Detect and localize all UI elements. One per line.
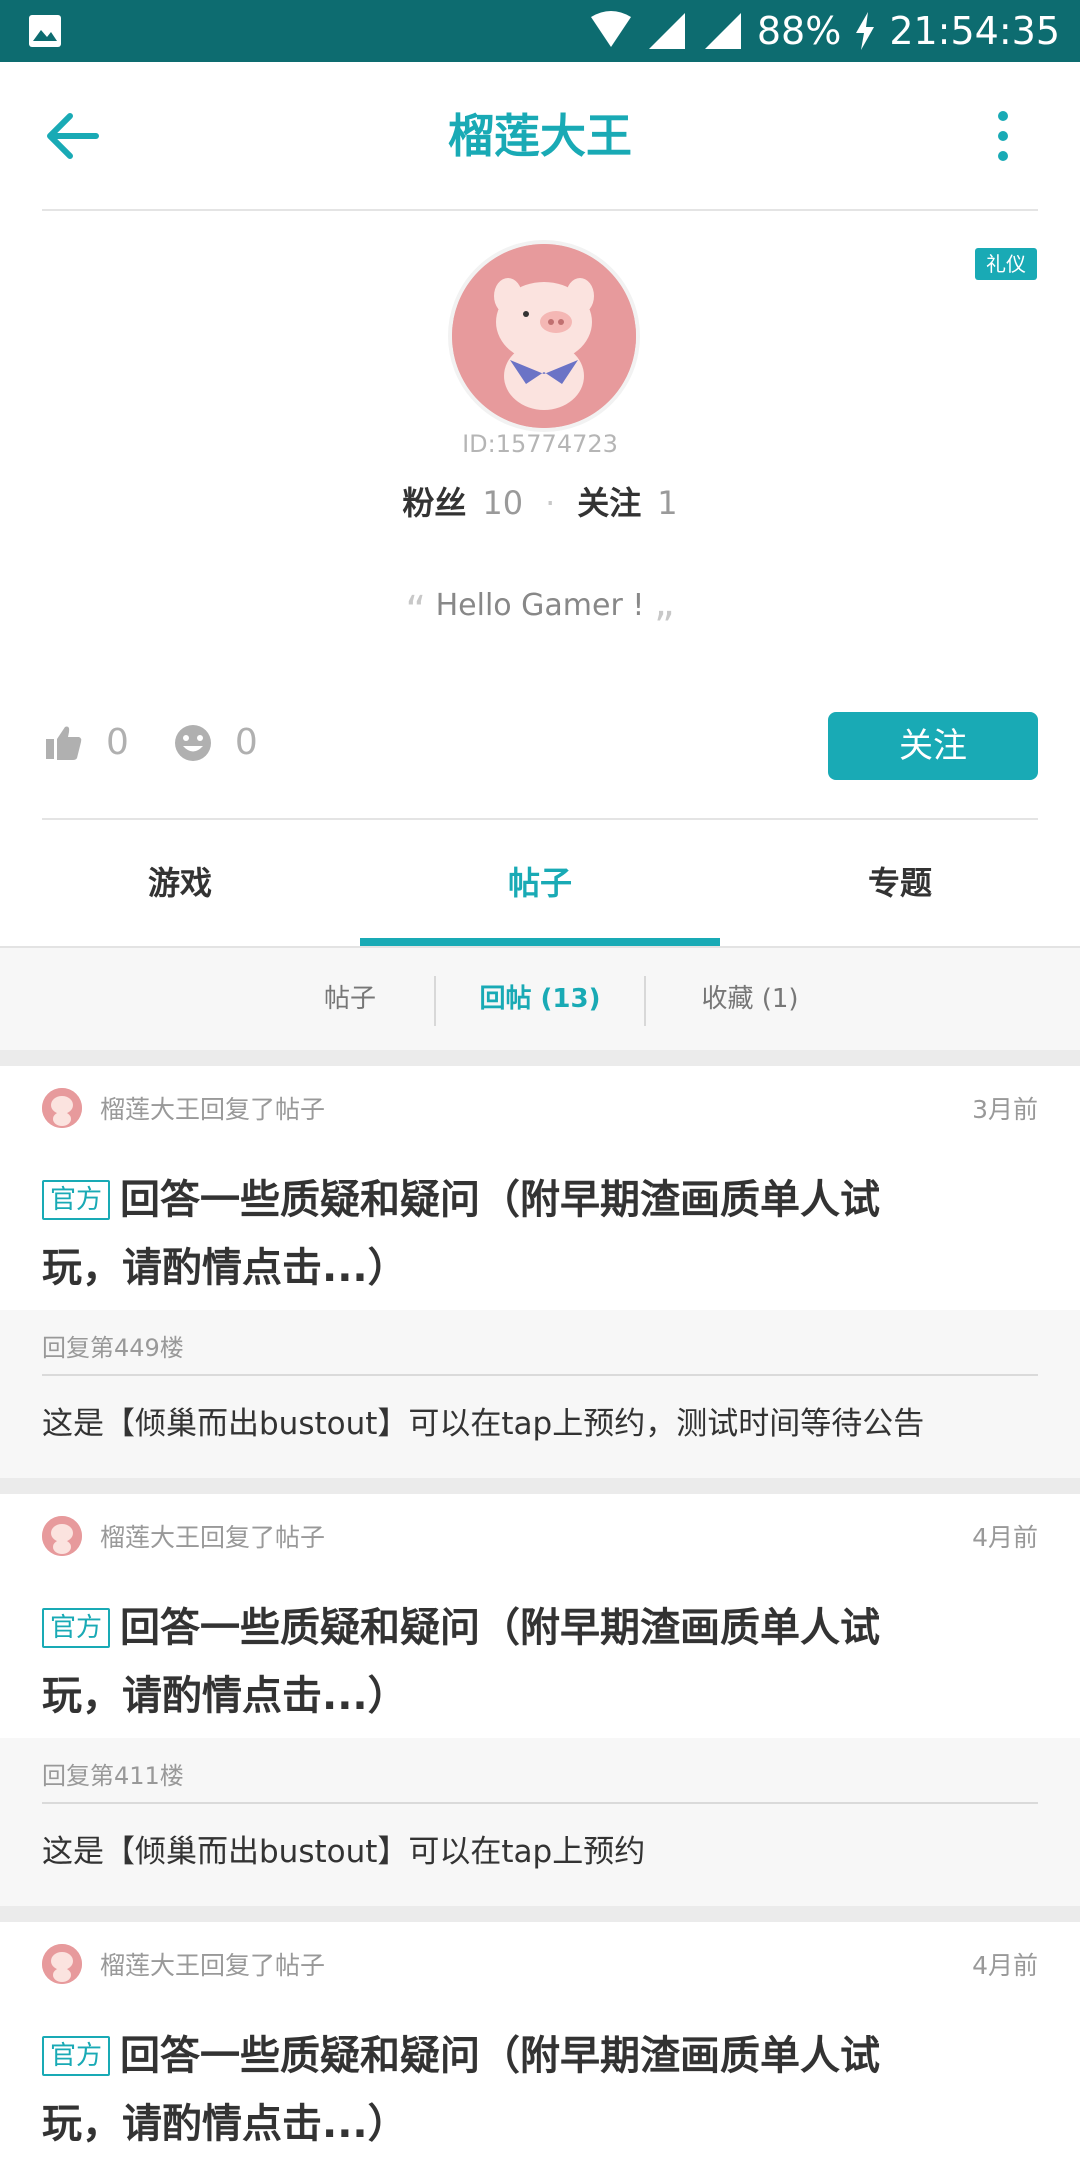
following-count[interactable]: 1	[657, 484, 677, 522]
bio: “ Hello Gamer ! ”	[0, 588, 1080, 650]
fans-count[interactable]: 10	[482, 484, 523, 522]
subtab-separator	[434, 976, 436, 1026]
clock: 21:54:35	[889, 9, 1060, 53]
thumbs-up-icon[interactable]	[44, 723, 84, 763]
post-title-text: 回答一些质疑和疑问（附早期渣画质单人试玩，请酌情点击...）	[42, 1605, 881, 1719]
likes-count: 0	[106, 722, 129, 763]
post-title-text: 回答一些质疑和疑问（附早期渣画质单人试玩，请酌情点击...）	[42, 1177, 881, 1291]
header-divider	[42, 209, 1038, 211]
more-options-icon[interactable]	[985, 110, 1021, 162]
bio-text: Hello Gamer !	[435, 588, 645, 623]
activity-text: 榴莲大王回复了帖子	[100, 1951, 326, 1980]
main-tabs: 游戏 帖子 专题	[0, 820, 1080, 946]
avatar	[42, 1088, 82, 1128]
following-label[interactable]: 关注	[577, 484, 641, 522]
post-title-text: 回答一些质疑和疑问（附早期渣画质单人试玩，请酌情点击...）	[42, 2033, 881, 2147]
battery-level: 88%	[756, 9, 842, 53]
reply-card[interactable]: 榴莲大王回复了帖子 4月前 官方 回答一些质疑和疑问（附早期渣画质单人试玩，请酌情…	[0, 1494, 1080, 1922]
subtab-replies[interactable]: 回帖 (13)	[440, 948, 640, 1050]
reply-content[interactable]: 回复第411楼 这是【倾巢而出bustout】可以在tap上预约	[0, 1738, 1080, 1906]
post-title[interactable]: 官方 回答一些质疑和疑问（附早期渣画质单人试玩，请酌情点击...）	[42, 1166, 942, 1302]
wifi-icon	[590, 11, 631, 47]
reply-text: 这是【倾巢而出bustout】可以在tap上预约，测试时间等待公告	[42, 1406, 925, 1442]
official-tag: 官方	[42, 1180, 111, 1220]
sub-tabs: 帖子 回帖 (13) 收藏 (1)	[0, 948, 1080, 1050]
page-title: 榴莲大王	[448, 109, 632, 163]
stats-separator: ·	[545, 484, 556, 522]
subtab-favorites[interactable]: 收藏 (1)	[650, 948, 850, 1050]
signal-icon-2	[704, 13, 741, 49]
smile-icon[interactable]	[173, 723, 213, 763]
timestamp: 3月前	[972, 1095, 1038, 1124]
etiquette-badge: 礼仪	[975, 248, 1037, 280]
section-gap	[0, 1050, 1080, 1066]
close-quote-icon: ”	[653, 604, 675, 650]
user-id: ID:15774723	[462, 430, 618, 458]
section-gap	[0, 1906, 1080, 1922]
avatar	[42, 1944, 82, 1984]
follow-stats: 粉丝 10 · 关注 1	[0, 478, 1080, 524]
official-tag: 官方	[42, 2036, 111, 2076]
subtab-separator	[644, 976, 646, 1026]
activity-text: 榴莲大王回复了帖子	[100, 1095, 326, 1124]
tab-topics[interactable]: 专题	[720, 820, 1080, 946]
subtab-posts[interactable]: 帖子	[260, 948, 440, 1050]
signal-icon	[648, 13, 685, 49]
follow-button[interactable]: 关注	[828, 712, 1038, 780]
timestamp: 4月前	[972, 1523, 1038, 1552]
avatar[interactable]	[448, 240, 640, 432]
charging-icon	[856, 12, 875, 50]
reply-floor: 回复第449楼	[42, 1334, 184, 1362]
reply-content[interactable]: 回复第449楼 这是【倾巢而出bustout】可以在tap上预约，测试时间等待公…	[0, 1310, 1080, 1478]
post-title[interactable]: 官方 回答一些质疑和疑问（附早期渣画质单人试玩，请酌情点击...）	[42, 2022, 942, 2158]
post-title[interactable]: 官方 回答一些质疑和疑问（附早期渣画质单人试玩，请酌情点击...）	[42, 1594, 942, 1730]
image-notification-icon	[29, 15, 61, 47]
reply-card[interactable]: 榴莲大王回复了帖子 4月前 官方 回答一些质疑和疑问（附早期渣画质单人试玩，请酌情…	[0, 1922, 1080, 2160]
active-tab-indicator	[360, 938, 720, 946]
activity-text: 榴莲大王回复了帖子	[100, 1523, 326, 1552]
tab-games[interactable]: 游戏	[0, 820, 360, 946]
reply-text: 这是【倾巢而出bustout】可以在tap上预约	[42, 1834, 646, 1870]
reply-floor: 回复第411楼	[42, 1762, 184, 1790]
status-bar: 88% 21:54:35	[0, 0, 1080, 62]
official-tag: 官方	[42, 1608, 111, 1648]
avatar	[42, 1516, 82, 1556]
pig-avatar-image	[452, 244, 636, 428]
tab-posts[interactable]: 帖子	[360, 820, 720, 946]
smiles-count: 0	[234, 722, 258, 763]
reply-divider	[42, 1374, 1038, 1376]
reactions: 0 0	[44, 722, 258, 763]
app-bar: 榴莲大王	[0, 62, 1080, 210]
timestamp: 4月前	[972, 1951, 1038, 1980]
reply-divider	[42, 1802, 1038, 1804]
fans-label[interactable]: 粉丝	[402, 484, 466, 522]
open-quote-icon: “	[405, 588, 427, 634]
reply-card[interactable]: 榴莲大王回复了帖子 3月前 官方 回答一些质疑和疑问（附早期渣画质单人试玩，请酌情…	[0, 1066, 1080, 1494]
section-gap	[0, 1478, 1080, 1494]
